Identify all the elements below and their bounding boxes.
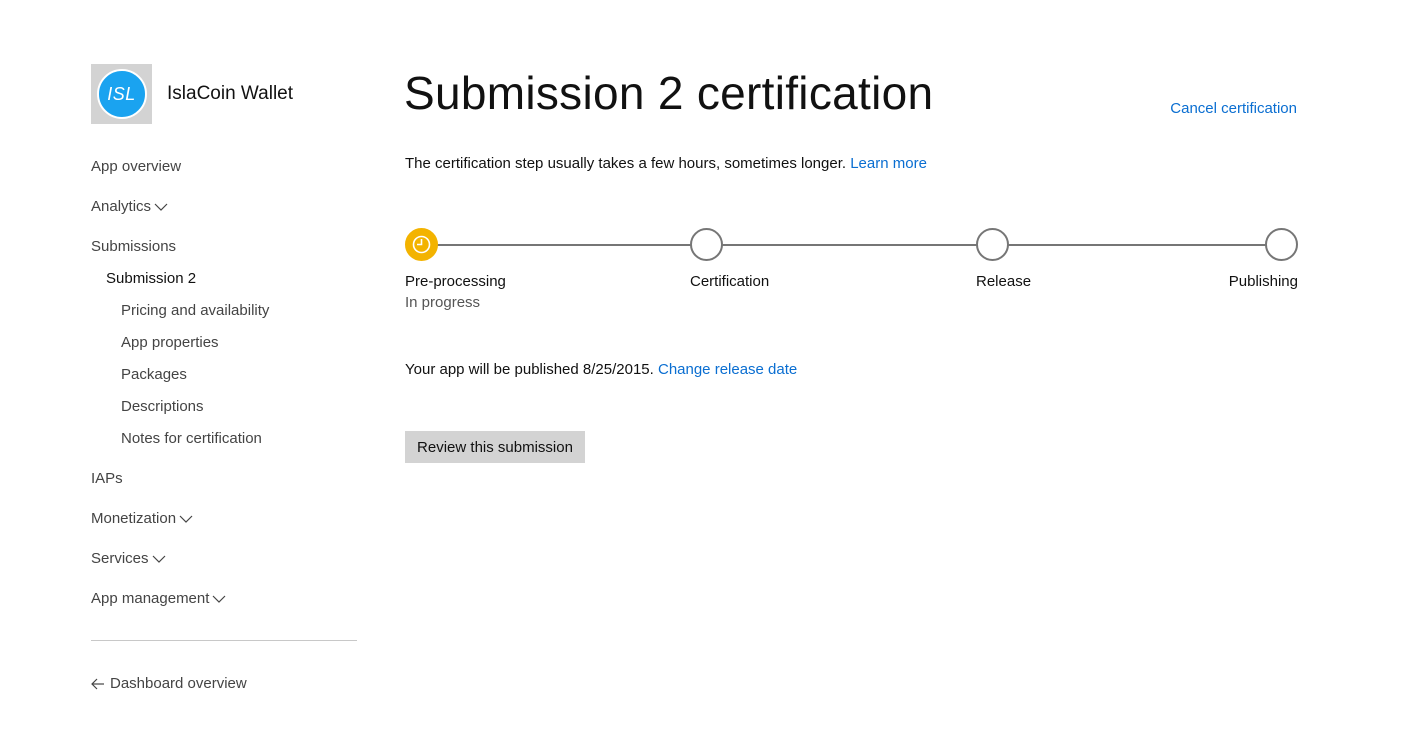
sidebar-item-label: App overview: [91, 158, 182, 175]
sidebar-item-services[interactable]: Services: [91, 550, 166, 567]
intro-text: The certification step usually takes a f…: [405, 155, 847, 172]
sidebar-item-submissions[interactable]: Submissions: [91, 238, 176, 255]
step-pre-processing-label: Pre-processing: [405, 273, 506, 290]
sidebar-item-label: Submissions: [91, 238, 177, 255]
sidebar-item-analytics[interactable]: Analytics: [91, 198, 168, 215]
sidebar-item-app-overview[interactable]: App overview: [91, 158, 181, 175]
sidebar-item-descriptions[interactable]: Descriptions: [121, 398, 204, 415]
sidebar-item-submission-2[interactable]: Submission 2: [106, 270, 196, 287]
page-title: Submission 2 certification: [404, 67, 934, 119]
sidebar-item-label: Packages: [121, 366, 187, 383]
publish-date-text: Your app will be published 8/25/2015.: [405, 361, 654, 378]
sidebar-divider: [91, 640, 357, 641]
step-release-label: Release: [976, 273, 1032, 290]
app-logo-tile: ISL: [91, 64, 152, 124]
app-name: IslaCoin Wallet: [167, 83, 294, 104]
app-logo-text: ISL: [107, 83, 136, 104]
publish-date-info: Your app will be published 8/25/2015. Ch…: [405, 361, 797, 378]
sidebar-item-pricing-and-availability[interactable]: Pricing and availability: [121, 302, 269, 319]
app-header: ISL IslaCoin Wallet: [91, 64, 357, 124]
chevron-down-icon: [154, 200, 168, 214]
chevron-down-icon: [152, 552, 166, 566]
arrow-left-icon: [91, 678, 104, 689]
step-certification-label: Certification: [690, 273, 770, 290]
clock-icon: [412, 235, 431, 254]
app-logo: ISL: [96, 69, 147, 119]
certification-progress: Pre-processing In progress Certification…: [405, 228, 1298, 318]
sidebar-item-label: Pricing and availability: [121, 302, 270, 319]
sidebar-item-label: IAPs: [91, 470, 123, 487]
dashboard-overview-link[interactable]: Dashboard overview: [91, 675, 247, 692]
cancel-certification-link[interactable]: Cancel certification: [1170, 100, 1297, 117]
step-certification-indicator: [690, 228, 723, 261]
sidebar-item-iaps[interactable]: IAPs: [91, 470, 123, 487]
sidebar-item-app-management[interactable]: App management: [91, 590, 226, 607]
sidebar: ISL IslaCoin Wallet App overview Analyti…: [91, 64, 357, 692]
sidebar-item-label: Descriptions: [121, 398, 204, 415]
change-release-date-link[interactable]: Change release date: [658, 361, 797, 378]
certification-intro: The certification step usually takes a f…: [405, 155, 927, 172]
learn-more-link[interactable]: Learn more: [850, 155, 927, 172]
sidebar-item-label: Notes for certification: [121, 430, 262, 447]
progress-line: [421, 244, 1282, 246]
sidebar-item-app-properties[interactable]: App properties: [121, 334, 219, 351]
chevron-down-icon: [179, 512, 193, 526]
sidebar-item-label: Submission 2: [106, 270, 197, 287]
review-submission-button[interactable]: Review this submission: [405, 431, 585, 463]
sidebar-item-label: Monetization: [91, 510, 177, 527]
step-publishing-label: Publishing: [1228, 273, 1298, 290]
step-release-indicator: [976, 228, 1009, 261]
sidebar-item-label: Analytics: [91, 198, 152, 215]
step-pre-processing-status: In progress: [405, 294, 481, 311]
chevron-down-icon: [212, 592, 226, 606]
step-publishing-indicator: [1265, 228, 1298, 261]
sidebar-item-monetization[interactable]: Monetization: [91, 510, 193, 527]
sidebar-item-label: App properties: [121, 334, 219, 351]
sidebar-item-label: App management: [91, 590, 210, 607]
sidebar-item-notes-for-certification[interactable]: Notes for certification: [121, 430, 262, 447]
sidebar-item-label: Services: [91, 550, 149, 567]
step-pre-processing-indicator: [405, 228, 438, 261]
dashboard-overview-label: Dashboard overview: [110, 675, 247, 692]
sidebar-item-packages[interactable]: Packages: [121, 366, 187, 383]
